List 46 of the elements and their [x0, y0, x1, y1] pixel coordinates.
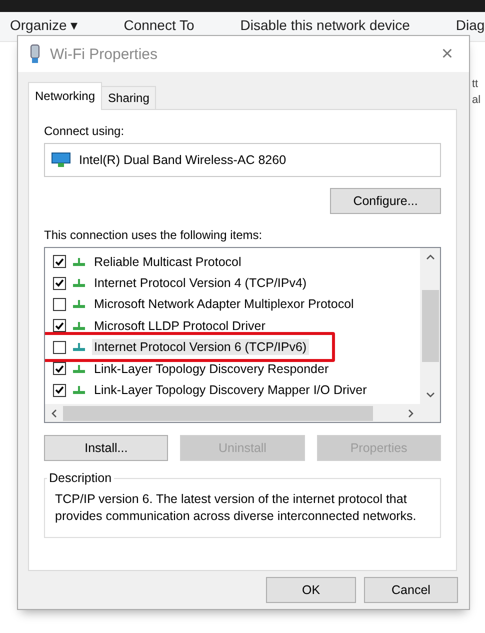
checkbox[interactable] [53, 384, 66, 397]
network-adapter-icon [30, 44, 40, 64]
checkbox[interactable] [53, 298, 66, 311]
network-protocol-icon [72, 385, 86, 396]
network-protocol-icon [72, 256, 86, 267]
window-title: Wi-Fi Properties [50, 46, 159, 62]
network-protocol-icon [72, 299, 86, 310]
horizontal-scrollbar[interactable] [45, 404, 420, 422]
list-item[interactable]: Reliable Multicast Protocol [92, 254, 244, 270]
item-button[interactable]: Install... [44, 435, 168, 461]
list-item[interactable]: Link-Layer Topology Discovery Mapper I/O Driver [92, 382, 369, 398]
vertical-scrollbar[interactable] [420, 248, 440, 404]
tab[interactable]: Networking [28, 82, 102, 110]
list-item[interactable]: Microsoft LLDP Protocol Driver [92, 318, 268, 334]
scroll-down-icon[interactable] [426, 392, 434, 398]
list-item[interactable]: Internet Protocol Version 4 (TCP/IPv4) [92, 275, 309, 292]
configure-button[interactable]: Configure... [330, 188, 441, 214]
scroll-right-icon[interactable] [408, 408, 414, 418]
list-item[interactable]: Internet Protocol Version 6 (TCP/IPv6) [92, 339, 309, 356]
list-item[interactable]: Microsoft Network Adapter Multiplexor Protocol [92, 296, 356, 312]
dialog-button[interactable]: Cancel [364, 577, 458, 603]
tab[interactable]: Sharing [101, 86, 156, 110]
network-protocol-icon [72, 364, 86, 374]
network-protocol-icon [72, 342, 86, 352]
dialog-button[interactable]: OK [266, 577, 356, 603]
description-text: TCP/IP version 6. The latest version of the internet protocol that provides communication across diverse interconnected networks. [55, 491, 418, 525]
network-protocol-icon [72, 320, 86, 331]
scroll-up-icon[interactable] [426, 254, 434, 260]
scroll-thumb[interactable] [422, 290, 438, 362]
background-text: tt [472, 78, 480, 90]
checkbox[interactable] [53, 340, 66, 354]
checkbox[interactable] [53, 255, 66, 268]
background-text: al [472, 94, 481, 106]
group-title: Description [48, 471, 113, 485]
checkbox[interactable] [53, 362, 66, 376]
field-label: Connect using: [44, 124, 126, 138]
network-card-icon [51, 152, 71, 168]
checkbox[interactable] [53, 276, 66, 290]
close-button[interactable]: × [435, 42, 459, 66]
network-protocol-icon [72, 278, 86, 288]
scroll-thumb[interactable] [63, 406, 373, 420]
checkbox[interactable] [53, 319, 66, 332]
scroll-left-icon[interactable] [51, 408, 57, 418]
adapter-name: Intel(R) Dual Band Wireless-AC 8260 [79, 153, 286, 167]
list-item[interactable]: Link-Layer Topology Discovery Responder [92, 360, 331, 377]
list-label: This connection uses the following items: [44, 228, 264, 242]
